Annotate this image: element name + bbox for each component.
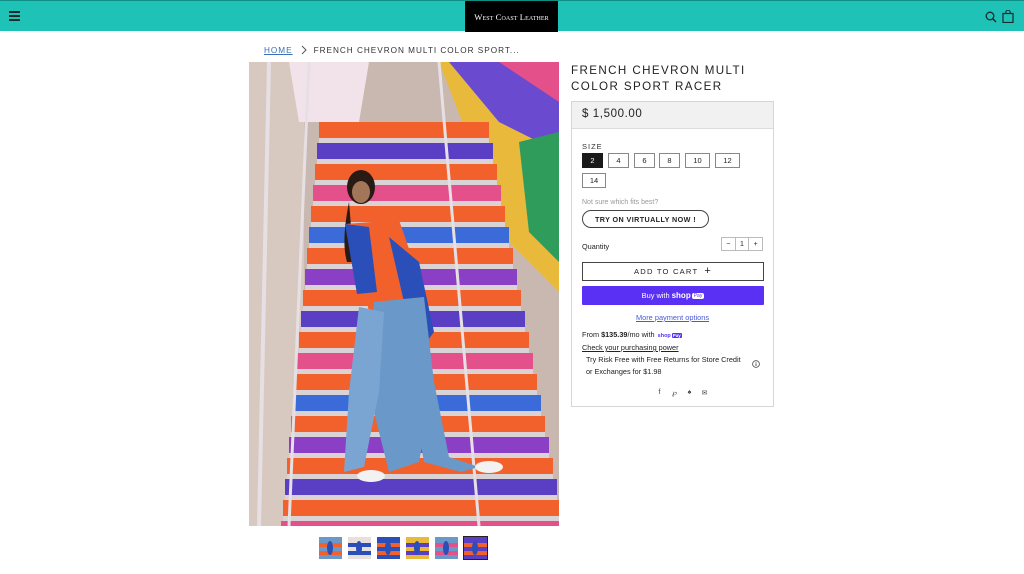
info-icon[interactable] (752, 360, 760, 368)
size-label: SIZE (582, 142, 603, 151)
store-logo[interactable]: West Coast Leather (465, 1, 558, 32)
product-title: FRENCH CHEVRON MULTI COLOR SPORT RACER (571, 64, 746, 93)
size-option-6[interactable]: 6 (634, 153, 655, 168)
size-option-14[interactable]: 14 (582, 173, 606, 188)
thumbnail-5[interactable] (435, 537, 458, 559)
installment-suffix: /mo with (627, 330, 657, 339)
quantity-label: Quantity (582, 242, 610, 251)
buy-with-shop-pay-button[interactable]: Buy with shop Pay (582, 286, 764, 305)
quantity-increase-button[interactable]: + (749, 238, 762, 250)
installment-prefix: From (582, 330, 602, 339)
installment-info: From $135.39/mo with shop Pay Check your … (582, 329, 682, 353)
main-product-image[interactable] (249, 62, 559, 526)
breadcrumb-home-link[interactable]: HOME (264, 46, 293, 55)
purchase-panel: $ 1,500.00 SIZE 2 4 6 8 10 12 14 Not sure whic… (571, 101, 774, 407)
fit-note: Not sure which fits best? (582, 199, 659, 206)
email-icon[interactable]: ✉ (701, 389, 708, 397)
size-option-8[interactable]: 8 (659, 153, 680, 168)
price: $ 1,500.00 (572, 102, 773, 129)
thumbnail-6[interactable] (463, 536, 488, 560)
try-on-virtually-button[interactable]: TRY ON VIRTUALLY NOW ! (582, 210, 709, 228)
installment-amount: $135.39 (601, 330, 628, 339)
shop-pay-mini-word: shop (657, 333, 671, 339)
quantity-decrease-button[interactable]: − (722, 238, 735, 250)
share-links: f ℘ ♠ ✉ (656, 389, 708, 397)
buy-with-label: Buy with (641, 291, 670, 300)
add-to-cart-label: ADD TO CART (634, 267, 699, 276)
thumbnail-3[interactable] (377, 537, 400, 559)
size-option-4[interactable]: 4 (608, 153, 629, 168)
search-icon[interactable] (985, 11, 997, 23)
breadcrumb: HOME FRENCH CHEVRON MULTI COLOR SPORT... (264, 45, 520, 55)
size-option-10[interactable]: 10 (685, 153, 710, 168)
product-photo (249, 62, 559, 526)
pay-badge: Pay (691, 292, 705, 299)
risk-free-returns-text: Try Risk Free with Free Returns for Stor… (586, 355, 741, 376)
breadcrumb-current: FRENCH CHEVRON MULTI COLOR SPORT... (313, 45, 520, 55)
shopping-bag-icon[interactable] (1002, 10, 1014, 23)
thumbnail-2[interactable] (348, 537, 371, 559)
logo-text: West Coast Leather (474, 11, 549, 22)
shop-pay-mini-logo: shop Pay (657, 330, 682, 342)
more-payment-options-link[interactable]: More payment options (572, 313, 773, 322)
facebook-icon[interactable]: f (656, 389, 663, 397)
size-option-12[interactable]: 12 (715, 153, 740, 168)
thumbnail-strip (319, 536, 488, 560)
fancy-icon[interactable]: ♠ (686, 389, 693, 397)
size-option-2[interactable]: 2 (582, 153, 603, 168)
thumbnail-4[interactable] (406, 537, 429, 559)
top-header-bar: West Coast Leather (0, 0, 1024, 32)
quantity-value[interactable]: 1 (734, 238, 750, 250)
shop-pay-logo-text: shop (671, 291, 691, 300)
thumbnail-1[interactable] (319, 537, 342, 559)
check-purchasing-power-link[interactable]: Check your purchasing power (582, 343, 679, 352)
chevron-right-icon (301, 45, 307, 55)
add-to-cart-button[interactable]: ADD TO CART + (582, 262, 764, 281)
quantity-stepper[interactable]: − 1 + (721, 237, 763, 251)
shop-pay-mini-badge: Pay (671, 333, 682, 338)
hamburger-menu-icon[interactable] (9, 11, 20, 21)
plus-icon: + (704, 265, 712, 277)
pinterest-icon[interactable]: ℘ (671, 389, 678, 397)
